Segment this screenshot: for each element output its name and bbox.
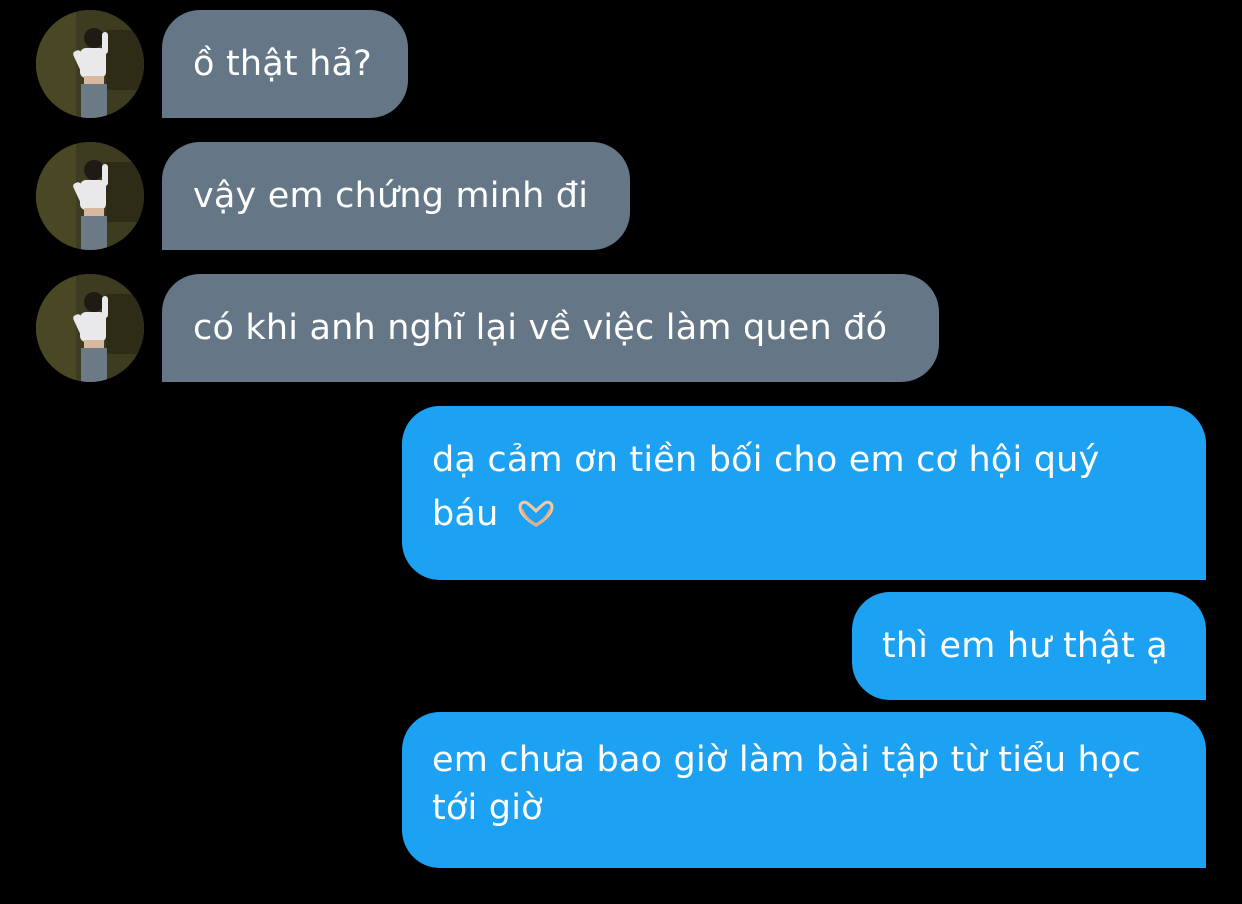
outgoing-message-bubble[interactable]: thì em hư thật ạ (852, 592, 1206, 700)
message-text-line: em chưa bao giờ làm bài tập từ tiểu học (432, 740, 1141, 780)
contact-avatar[interactable] (36, 274, 144, 382)
message-text-line: dạ cảm ơn tiền bối cho em cơ hội quý (432, 440, 1100, 480)
outgoing-message-bubble[interactable]: em chưa bao giờ làm bài tập từ tiểu học … (402, 712, 1206, 868)
avatar-photo (36, 142, 144, 250)
message-text: ồ thật hả? (193, 44, 372, 84)
avatar-photo (36, 10, 144, 118)
contact-avatar[interactable] (36, 10, 144, 118)
heart-hands-emoji-icon (516, 491, 556, 545)
incoming-message-bubble[interactable]: ồ thật hả? (162, 10, 408, 118)
message-text-line: tới giờ (432, 788, 543, 828)
message-text: vậy em chứng minh đi (193, 176, 589, 216)
message-text: thì em hư thật ạ (882, 626, 1168, 666)
incoming-message-bubble[interactable]: có khi anh nghĩ lại về việc làm quen đó (162, 274, 939, 382)
message-text-line: báu (432, 487, 1176, 545)
avatar-photo (36, 274, 144, 382)
outgoing-message-bubble[interactable]: dạ cảm ơn tiền bối cho em cơ hội quý báu (402, 406, 1206, 580)
incoming-message-bubble[interactable]: vậy em chứng minh đi (162, 142, 630, 250)
message-text: có khi anh nghĩ lại về việc làm quen đó (193, 308, 888, 348)
contact-avatar[interactable] (36, 142, 144, 250)
message-text: báu (432, 494, 499, 534)
